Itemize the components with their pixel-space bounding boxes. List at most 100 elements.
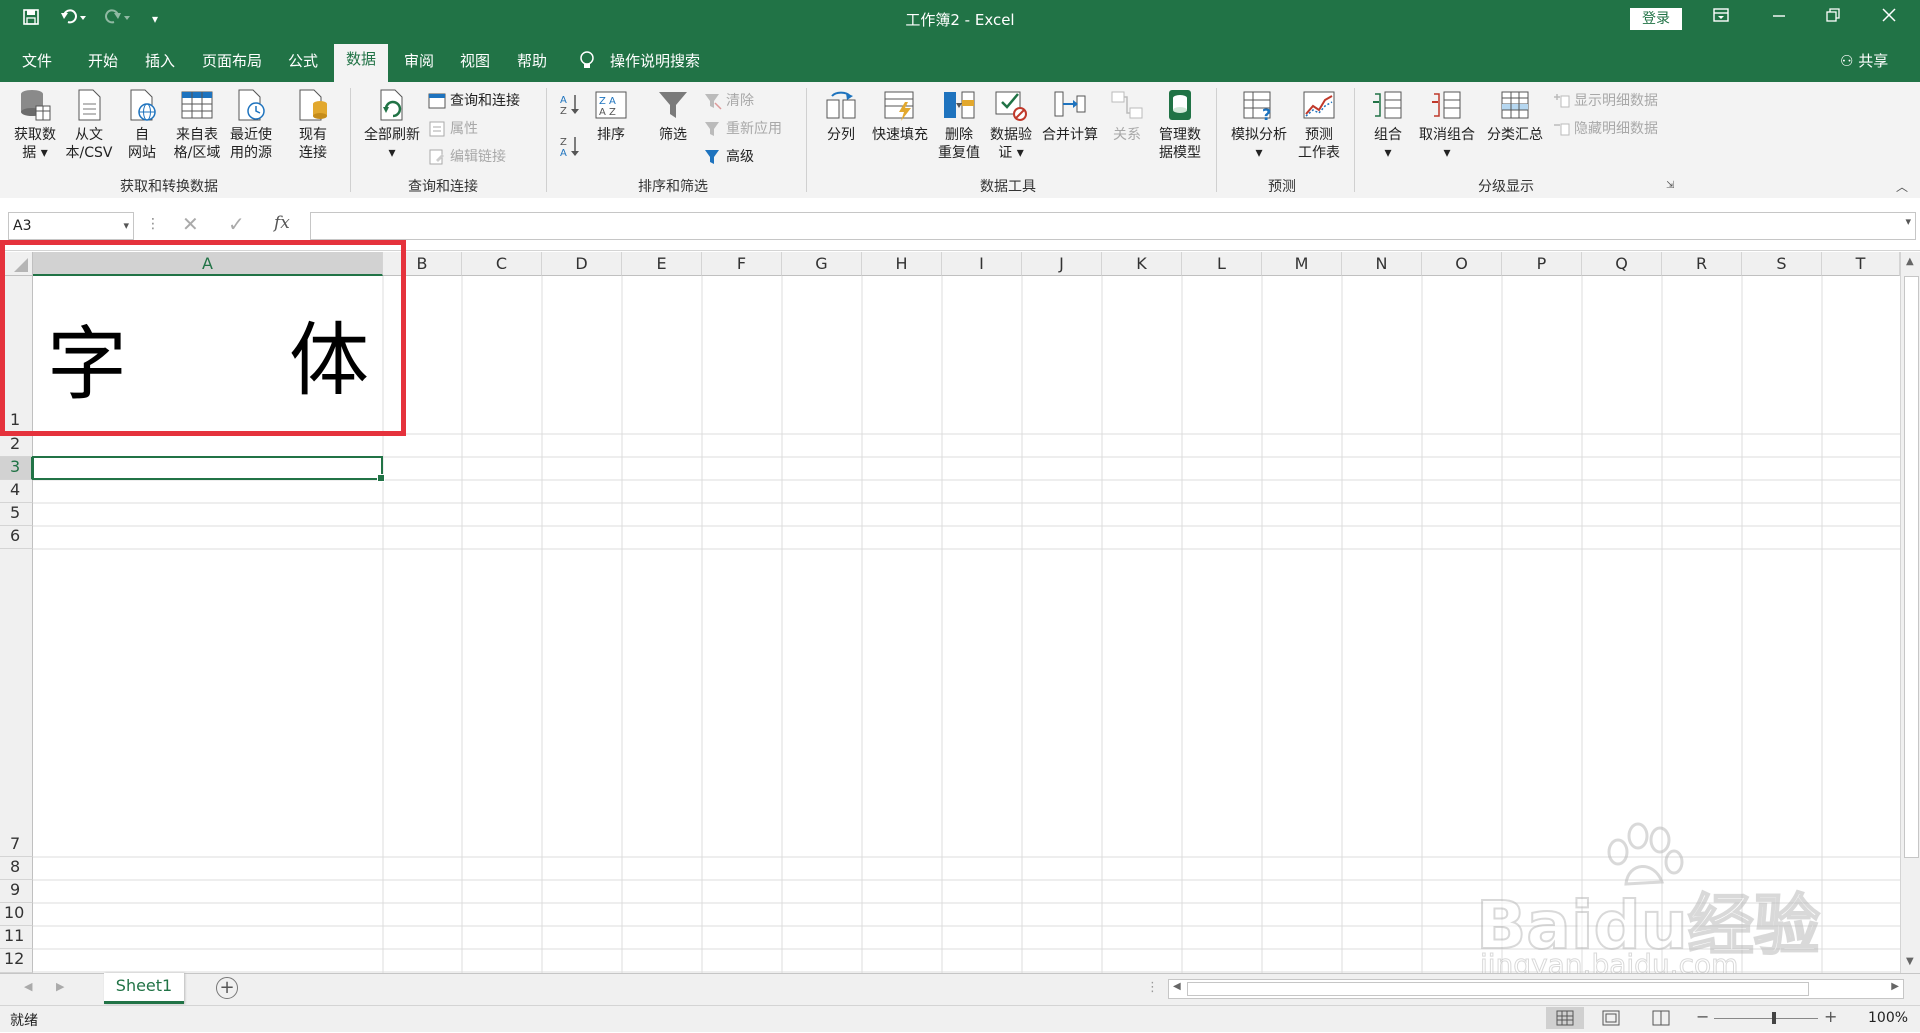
column-header-e[interactable]: E — [622, 252, 702, 276]
consolidate-button[interactable]: 合并计算 — [1038, 88, 1102, 144]
text-to-columns-button[interactable]: 分列 — [818, 88, 864, 144]
outline-dialog-launcher-icon[interactable]: ⇲ — [1666, 180, 1674, 191]
advanced-filter-button[interactable]: 高级 — [704, 146, 754, 166]
recent-sources-button[interactable]: 最近使 用的源 — [224, 88, 278, 162]
close-icon[interactable] — [1880, 6, 1898, 29]
chevron-down-icon[interactable]: ▾ — [123, 213, 129, 239]
clear-filter-button[interactable]: 清除 — [704, 90, 754, 110]
relationships-button[interactable]: 关系 — [1104, 88, 1150, 144]
page-layout-view-icon[interactable] — [1598, 1007, 1624, 1033]
row-header-11[interactable]: 11 — [0, 926, 33, 949]
tab-home[interactable]: 开始 — [88, 50, 118, 71]
column-header-j[interactable]: J — [1022, 252, 1102, 276]
fill-handle[interactable] — [377, 474, 385, 482]
zoom-slider-thumb[interactable] — [1772, 1012, 1776, 1024]
restore-icon[interactable] — [1824, 6, 1842, 29]
column-header-g[interactable]: G — [782, 252, 862, 276]
tell-me-search[interactable]: 操作说明搜索 — [610, 50, 700, 71]
row-header-2[interactable]: 2 — [0, 434, 33, 457]
column-header-o[interactable]: O — [1422, 252, 1502, 276]
ribbon-display-icon[interactable] — [1712, 6, 1730, 29]
edit-links-button[interactable]: 编辑链接 — [428, 146, 506, 166]
column-header-l[interactable]: L — [1182, 252, 1262, 276]
show-detail-button[interactable]: 显示明细数据 — [1552, 90, 1658, 110]
tab-help[interactable]: 帮助 — [517, 50, 547, 71]
scroll-left-icon[interactable]: ◀ — [1173, 981, 1181, 992]
sort-button[interactable]: Z AA Z 排序 — [588, 88, 634, 144]
column-header-t[interactable]: T — [1822, 252, 1900, 276]
column-header-p[interactable]: P — [1502, 252, 1582, 276]
split-handle-icon[interactable]: ⋮ — [1146, 980, 1159, 995]
cell-a1[interactable]: 字 体 — [33, 276, 383, 434]
column-header-a[interactable]: A — [33, 252, 383, 276]
column-header-d[interactable]: D — [542, 252, 622, 276]
column-header-h[interactable]: H — [862, 252, 942, 276]
forecast-sheet-button[interactable]: 预测 工作表 — [1294, 88, 1344, 162]
tab-review[interactable]: 审阅 — [404, 50, 434, 71]
tab-file[interactable]: 文件 — [22, 50, 52, 71]
prev-sheet-icon[interactable]: ◀ — [24, 980, 32, 993]
tab-data[interactable]: 数据 — [334, 44, 389, 82]
from-text-csv-button[interactable]: 从文 本/CSV — [62, 88, 116, 162]
row-header-7[interactable]: 7 — [0, 549, 33, 857]
scroll-right-icon[interactable]: ▶ — [1891, 981, 1899, 992]
minimize-icon[interactable] — [1770, 6, 1788, 29]
column-header-i[interactable]: I — [942, 252, 1022, 276]
horizontal-scrollbar[interactable]: ◀ ▶ — [1168, 979, 1904, 999]
selected-cell-a3[interactable] — [32, 456, 385, 482]
next-sheet-icon[interactable]: ▶ — [56, 980, 64, 993]
vertical-scroll-thumb[interactable] — [1904, 276, 1919, 858]
manage-data-model-button[interactable]: 管理数 据模型 — [1154, 88, 1206, 162]
insert-function-icon[interactable]: fx — [274, 213, 290, 233]
page-break-view-icon[interactable] — [1648, 1007, 1674, 1033]
column-header-c[interactable]: C — [462, 252, 542, 276]
row-header-5[interactable]: 5 — [0, 503, 33, 526]
login-button[interactable]: 登录 — [1630, 8, 1682, 30]
sort-za-icon[interactable]: ZA — [560, 134, 582, 162]
tab-insert[interactable]: 插入 — [145, 50, 175, 71]
share-button[interactable]: ⚇ 共享 — [1840, 50, 1888, 71]
zoom-slider[interactable] — [1714, 1018, 1818, 1019]
remove-duplicates-button[interactable]: 删除 重复值 — [934, 88, 984, 162]
expand-formula-bar-icon[interactable]: ▾ — [1905, 215, 1911, 228]
scroll-down-icon[interactable]: ▼ — [1906, 956, 1914, 967]
tab-page-layout[interactable]: 页面布局 — [202, 50, 262, 71]
refresh-all-button[interactable]: 全部刷新 ▾ — [360, 88, 424, 162]
zoom-in-icon[interactable]: + — [1824, 1007, 1837, 1026]
vertical-scrollbar[interactable]: ▲ ▼ — [1900, 252, 1920, 973]
data-validation-button[interactable]: 数据验 证 ▾ — [986, 88, 1036, 162]
row-header-1[interactable]: 1 — [0, 276, 33, 434]
row-header-3[interactable]: 3 — [0, 457, 33, 480]
tab-formulas[interactable]: 公式 — [288, 50, 318, 71]
name-box[interactable]: A3 ▾ — [8, 212, 134, 240]
column-header-n[interactable]: N — [1342, 252, 1422, 276]
horizontal-scroll-thumb[interactable] — [1187, 982, 1809, 996]
enter-check-icon[interactable]: ✓ — [228, 212, 245, 236]
ungroup-button[interactable]: 取消组合 ▾ — [1414, 88, 1480, 162]
row-header-4[interactable]: 4 — [0, 480, 33, 503]
row-header-8[interactable]: 8 — [0, 857, 33, 880]
existing-connections-button[interactable]: 现有 连接 — [288, 88, 338, 162]
zoom-level[interactable]: 100% — [1868, 1010, 1908, 1026]
hide-detail-button[interactable]: 隐藏明细数据 — [1552, 118, 1658, 138]
subtotal-button[interactable]: 分类汇总 — [1482, 88, 1548, 144]
scroll-up-icon[interactable]: ▲ — [1906, 256, 1914, 267]
collapse-ribbon-icon[interactable]: ︿ — [1896, 178, 1908, 195]
from-web-button[interactable]: 自 网站 — [122, 88, 162, 162]
formula-input[interactable]: ▾ — [310, 212, 1916, 240]
column-header-m[interactable]: M — [1262, 252, 1342, 276]
column-header-k[interactable]: K — [1102, 252, 1182, 276]
group-button[interactable]: 组合 ▾ — [1366, 88, 1410, 162]
row-header-6[interactable]: 6 — [0, 526, 33, 549]
flash-fill-button[interactable]: 快速填充 — [868, 88, 932, 144]
tab-view[interactable]: 视图 — [460, 50, 490, 71]
column-header-s[interactable]: S — [1742, 252, 1822, 276]
properties-button[interactable]: 属性 — [428, 118, 478, 138]
queries-connections-button[interactable]: 查询和连接 — [428, 90, 520, 110]
column-header-f[interactable]: F — [702, 252, 782, 276]
cancel-icon[interactable]: ✕ — [182, 212, 199, 236]
reapply-button[interactable]: 重新应用 — [704, 118, 782, 138]
row-header-10[interactable]: 10 — [0, 903, 33, 926]
row-header-9[interactable]: 9 — [0, 880, 33, 903]
normal-view-icon[interactable] — [1546, 1007, 1584, 1029]
